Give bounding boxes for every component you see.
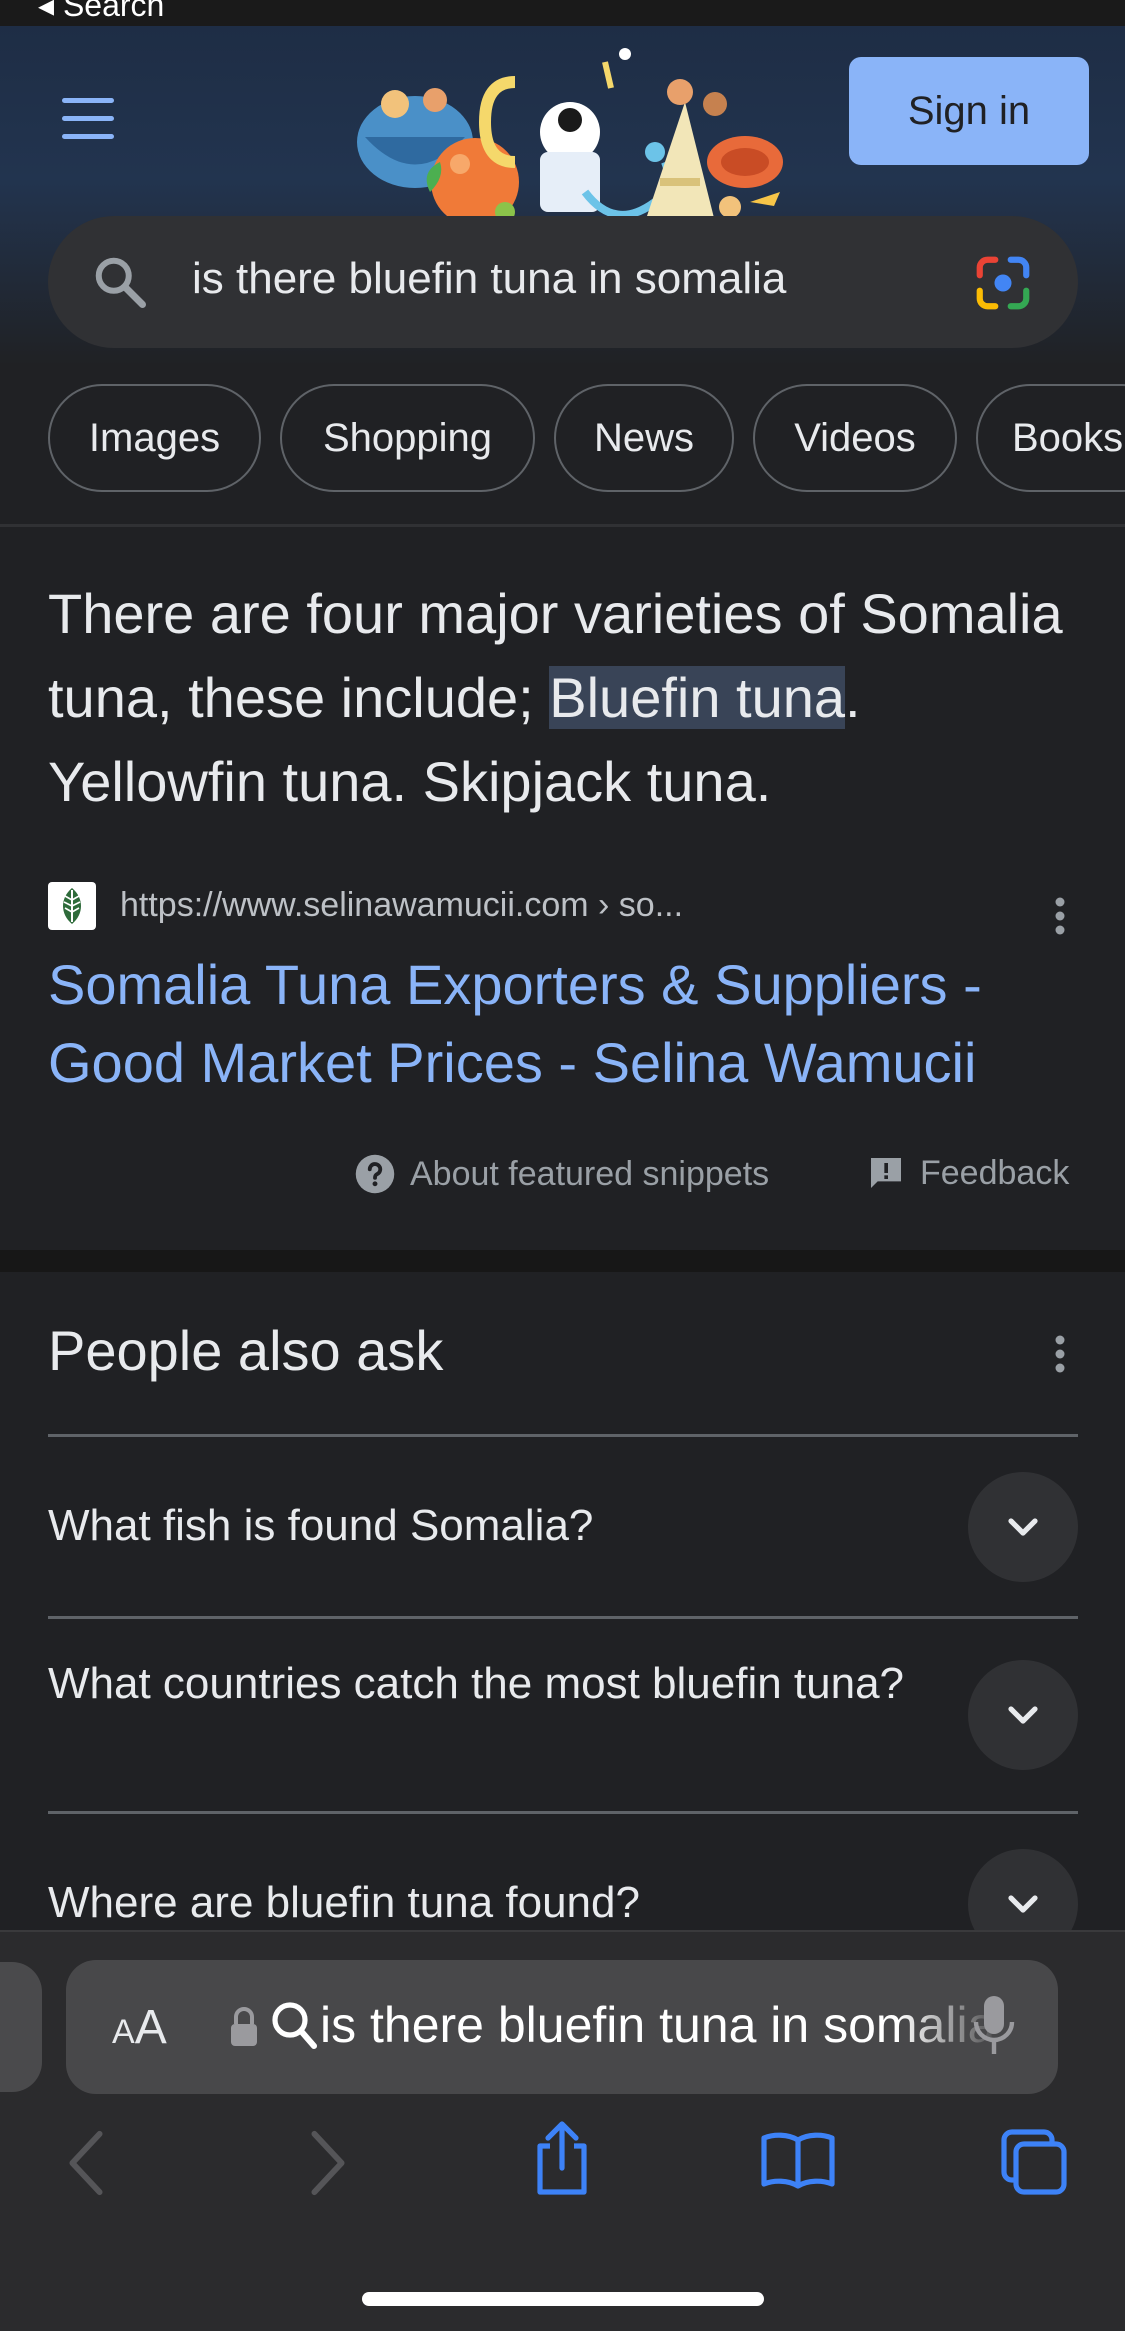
feedback-link[interactable]: Feedback: [866, 1153, 1069, 1193]
text-size-button[interactable]: AAAA: [112, 2000, 167, 2055]
share-icon[interactable]: [530, 2118, 594, 2198]
forward-icon[interactable]: [306, 2128, 350, 2198]
paa-question[interactable]: What countries catch the most bluefin tu…: [48, 1655, 928, 1713]
microphone-icon[interactable]: [972, 1994, 1016, 2058]
chip-videos[interactable]: Videos: [753, 384, 957, 492]
google-lens-icon[interactable]: [972, 252, 1034, 314]
snippet-highlight: Bluefin tuna: [549, 666, 846, 729]
more-vert-icon[interactable]: [1050, 896, 1070, 936]
featured-snippet-text: There are four major varieties of Somali…: [48, 572, 1088, 824]
expand-question-button[interactable]: [968, 1472, 1078, 1582]
home-indicator[interactable]: [362, 2292, 764, 2306]
divider: [48, 1811, 1078, 1814]
about-label: About featured snippets: [410, 1154, 770, 1193]
chip-shopping[interactable]: Shopping: [280, 384, 535, 492]
source-favicon-icon[interactable]: [48, 882, 96, 930]
people-also-ask-title: People also ask: [48, 1319, 444, 1382]
chip-books[interactable]: Books: [976, 384, 1125, 492]
chip-images[interactable]: Images: [48, 384, 261, 492]
google-header: Sign in is there bluefin tuna in somalia: [0, 26, 1125, 366]
bookmarks-icon[interactable]: [760, 2130, 836, 2190]
lock-icon: [231, 2007, 257, 2046]
previous-tab-preview[interactable]: [0, 1962, 42, 2092]
address-url-text[interactable]: is there bluefin tuna in somalia: [320, 1996, 1000, 2054]
search-icon[interactable]: [90, 252, 150, 312]
menu-icon[interactable]: [56, 94, 120, 142]
google-doodle-logo[interactable]: [355, 42, 785, 242]
source-url[interactable]: https://www.selinawamucii.com › so...: [120, 886, 683, 925]
chevron-down-icon: [1008, 1518, 1038, 1536]
expand-question-button[interactable]: [968, 1660, 1078, 1770]
chevron-down-icon: [1008, 1895, 1038, 1913]
section-separator: [0, 1250, 1125, 1272]
back-icon[interactable]: [64, 2128, 108, 2198]
search-filter-chips: Images Shopping News Videos Books: [0, 384, 1125, 492]
divider: [48, 1616, 1078, 1619]
divider: [0, 524, 1125, 527]
divider: [48, 1434, 1078, 1437]
paa-question[interactable]: What fish is found Somalia?: [48, 1497, 928, 1555]
tabs-icon[interactable]: [998, 2126, 1070, 2198]
feedback-icon: [871, 1158, 901, 1188]
about-featured-snippets-link[interactable]: About featured snippets: [354, 1153, 769, 1195]
safari-toolbar: AAAA is there bluefin tuna in somalia: [0, 1930, 1125, 2331]
chevron-down-icon: [1008, 1706, 1038, 1724]
back-to-search-link[interactable]: ◂ Search: [38, 0, 164, 24]
magnifier-icon: [272, 2002, 317, 2049]
search-input[interactable]: is there bluefin tuna in somalia: [192, 254, 786, 304]
chip-news[interactable]: News: [554, 384, 734, 492]
status-bar: ◂ Search: [0, 0, 1125, 26]
result-title-link[interactable]: Somalia Tuna Exporters & Suppliers - Goo…: [48, 946, 1088, 1102]
sign-in-button[interactable]: Sign in: [849, 57, 1089, 165]
address-bar[interactable]: AAAA is there bluefin tuna in somalia: [66, 1960, 1058, 2094]
help-icon: [355, 1154, 395, 1194]
more-vert-icon[interactable]: [1050, 1334, 1070, 1374]
search-box[interactable]: is there bluefin tuna in somalia: [48, 216, 1078, 348]
feedback-label: Feedback: [920, 1153, 1070, 1192]
paa-question[interactable]: Where are bluefin tuna found?: [48, 1874, 928, 1932]
